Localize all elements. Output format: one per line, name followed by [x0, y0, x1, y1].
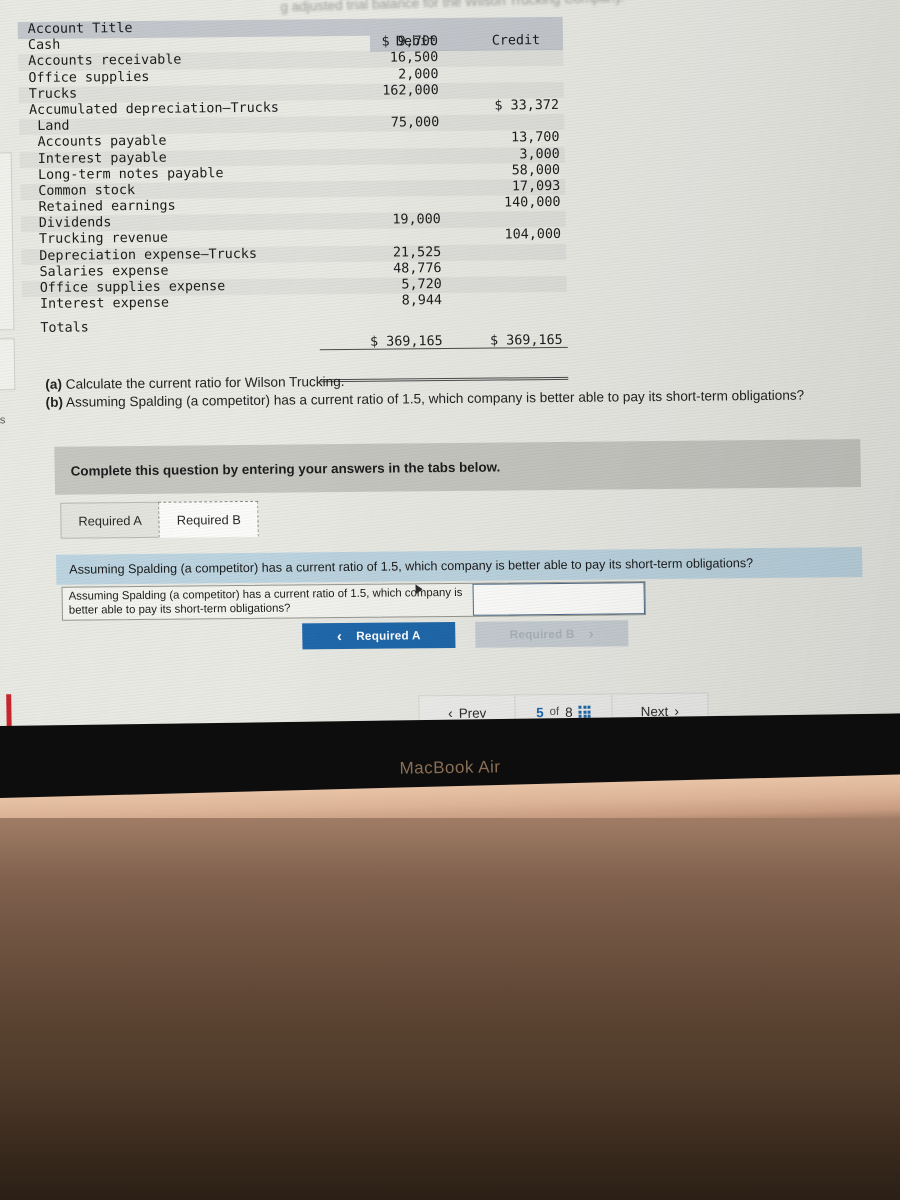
required-a-chevron-left-icon: ‹ [336, 627, 343, 645]
account-name: Long-term notes payable [37, 165, 224, 183]
credit-amount [441, 82, 559, 83]
prompt-a-tag: (a) [45, 376, 63, 392]
debit-amount: 48,776 [393, 260, 442, 277]
debit-amount: 75,000 [390, 115, 440, 131]
question-banner-text: Assuming Spalding (a competitor) has a c… [69, 556, 754, 577]
left-edge-panel-upper [0, 152, 15, 331]
required-tabs[interactable]: Required A Required B [60, 500, 260, 539]
table-body: Cash $ 9,700 Accounts receivable 16,500 Offi… [18, 33, 567, 313]
instruction-text: Complete this question by entering your … [70, 459, 501, 479]
account-name: Cash [27, 37, 61, 54]
debit-amount [320, 180, 440, 181]
account-name: Dividends [38, 215, 112, 232]
left-edge-text-fragment: s [0, 414, 6, 427]
credit-amount [443, 244, 561, 245]
account-name: Land [37, 118, 70, 135]
required-b-label: Required B [509, 626, 575, 642]
account-name: Accounts payable [37, 134, 167, 151]
answer-label: Assuming Spalding (a competitor) has a c… [68, 586, 463, 617]
instruction-bar: Complete this question by entering your … [54, 439, 862, 495]
debit-amount: 8,944 [401, 293, 443, 309]
credit-amount: 17,093 [511, 178, 561, 195]
debit-amount: 5,720 [401, 277, 442, 293]
pager-of-label: of [549, 705, 560, 719]
debit-amount: $ 9,700 [381, 34, 439, 50]
debit-amount [319, 99, 439, 100]
required-b-chevron-right-icon: › [588, 625, 594, 643]
tab-required-b[interactable]: Required B [158, 500, 260, 538]
tab-required-a[interactable]: Required A [60, 501, 161, 539]
totals-label: Totals [40, 320, 89, 337]
debit-amount [319, 131, 439, 132]
required-b-button[interactable]: Required B › [475, 620, 629, 648]
debit-amount [320, 148, 440, 149]
account-name: Office supplies [28, 69, 150, 86]
debit-amount [320, 196, 440, 197]
left-edge-panel-lower [0, 338, 16, 391]
totals-debit: $ 369,165 [370, 333, 443, 350]
credit-amount: 58,000 [511, 162, 561, 179]
prev-chevron-icon: ‹ [447, 704, 453, 722]
credit-amount [443, 260, 561, 261]
credit-amount: 104,000 [504, 227, 562, 243]
credit-amount [444, 276, 562, 277]
debit-amount: 16,500 [389, 50, 439, 66]
account-name: Salaries expense [39, 263, 169, 280]
credit-amount [440, 49, 558, 50]
account-name: Accounts receivable [28, 52, 182, 70]
required-nav-buttons[interactable]: ‹ Required A Required B › [302, 620, 629, 650]
account-name: Trucking revenue [38, 231, 169, 248]
credit-amount: 13,700 [511, 130, 560, 146]
trial-balance-table: Debit Credit Account Title Cash $ 9,700 Ac… [17, 16, 569, 383]
account-name: Interest expense [39, 295, 170, 313]
answer-input[interactable] [472, 582, 645, 616]
debit-amount [321, 229, 441, 230]
credit-amount [441, 114, 559, 115]
account-name: Retained earnings [38, 198, 176, 216]
credit-amount [443, 211, 561, 212]
credit-amount [444, 292, 562, 293]
account-name: Office supplies expense [39, 279, 226, 296]
prompt-b-tag: (b) [45, 394, 64, 410]
credit-amount [440, 66, 558, 67]
required-a-button[interactable]: ‹ Required A [302, 621, 456, 650]
prompt-a-text: Calculate the current ratio for Wilson T… [61, 374, 345, 392]
pager-prev-label: Prev [458, 705, 487, 721]
totals-credit: $ 369,165 [490, 332, 563, 349]
keyboard[interactable]: ☼F1☼F2☰F3☷F4☀F5☀F6◁◁F7▷‖F8▷▷F9@2#3$4%5^6… [0, 818, 900, 1200]
credit-amount [440, 33, 558, 34]
text-caret-icon [415, 584, 423, 595]
laptop-screen: g adjusted trial balance for the Wilson … [0, 0, 900, 744]
account-name: Interest payable [37, 150, 167, 167]
debit-amount [320, 164, 440, 165]
account-name: Common stock [38, 182, 136, 199]
grid-view-icon[interactable] [578, 705, 591, 718]
tab-label: Required B [176, 511, 241, 528]
question-banner: Assuming Spalding (a competitor) has a c… [55, 547, 863, 585]
question-prompt: (a) Calculate the current ratio for Wils… [45, 368, 900, 412]
answer-row: Assuming Spalding (a competitor) has a c… [61, 581, 647, 621]
debit-amount: 2,000 [398, 66, 439, 83]
credit-amount: $ 33,372 [494, 97, 560, 114]
account-title-header: Account Title [27, 21, 133, 38]
tab-label: Required A [78, 512, 142, 529]
credit-amount: 3,000 [519, 146, 560, 162]
cut-off-heading: g adjusted trial balance for the Wilson … [280, 0, 625, 15]
credit-amount: 140,000 [503, 194, 561, 211]
account-name: Trucks [28, 86, 78, 102]
debit-amount: 162,000 [382, 82, 439, 99]
debit-amount: 21,525 [392, 244, 442, 261]
debit-amount: 19,000 [392, 212, 441, 228]
required-a-label: Required A [356, 628, 421, 643]
